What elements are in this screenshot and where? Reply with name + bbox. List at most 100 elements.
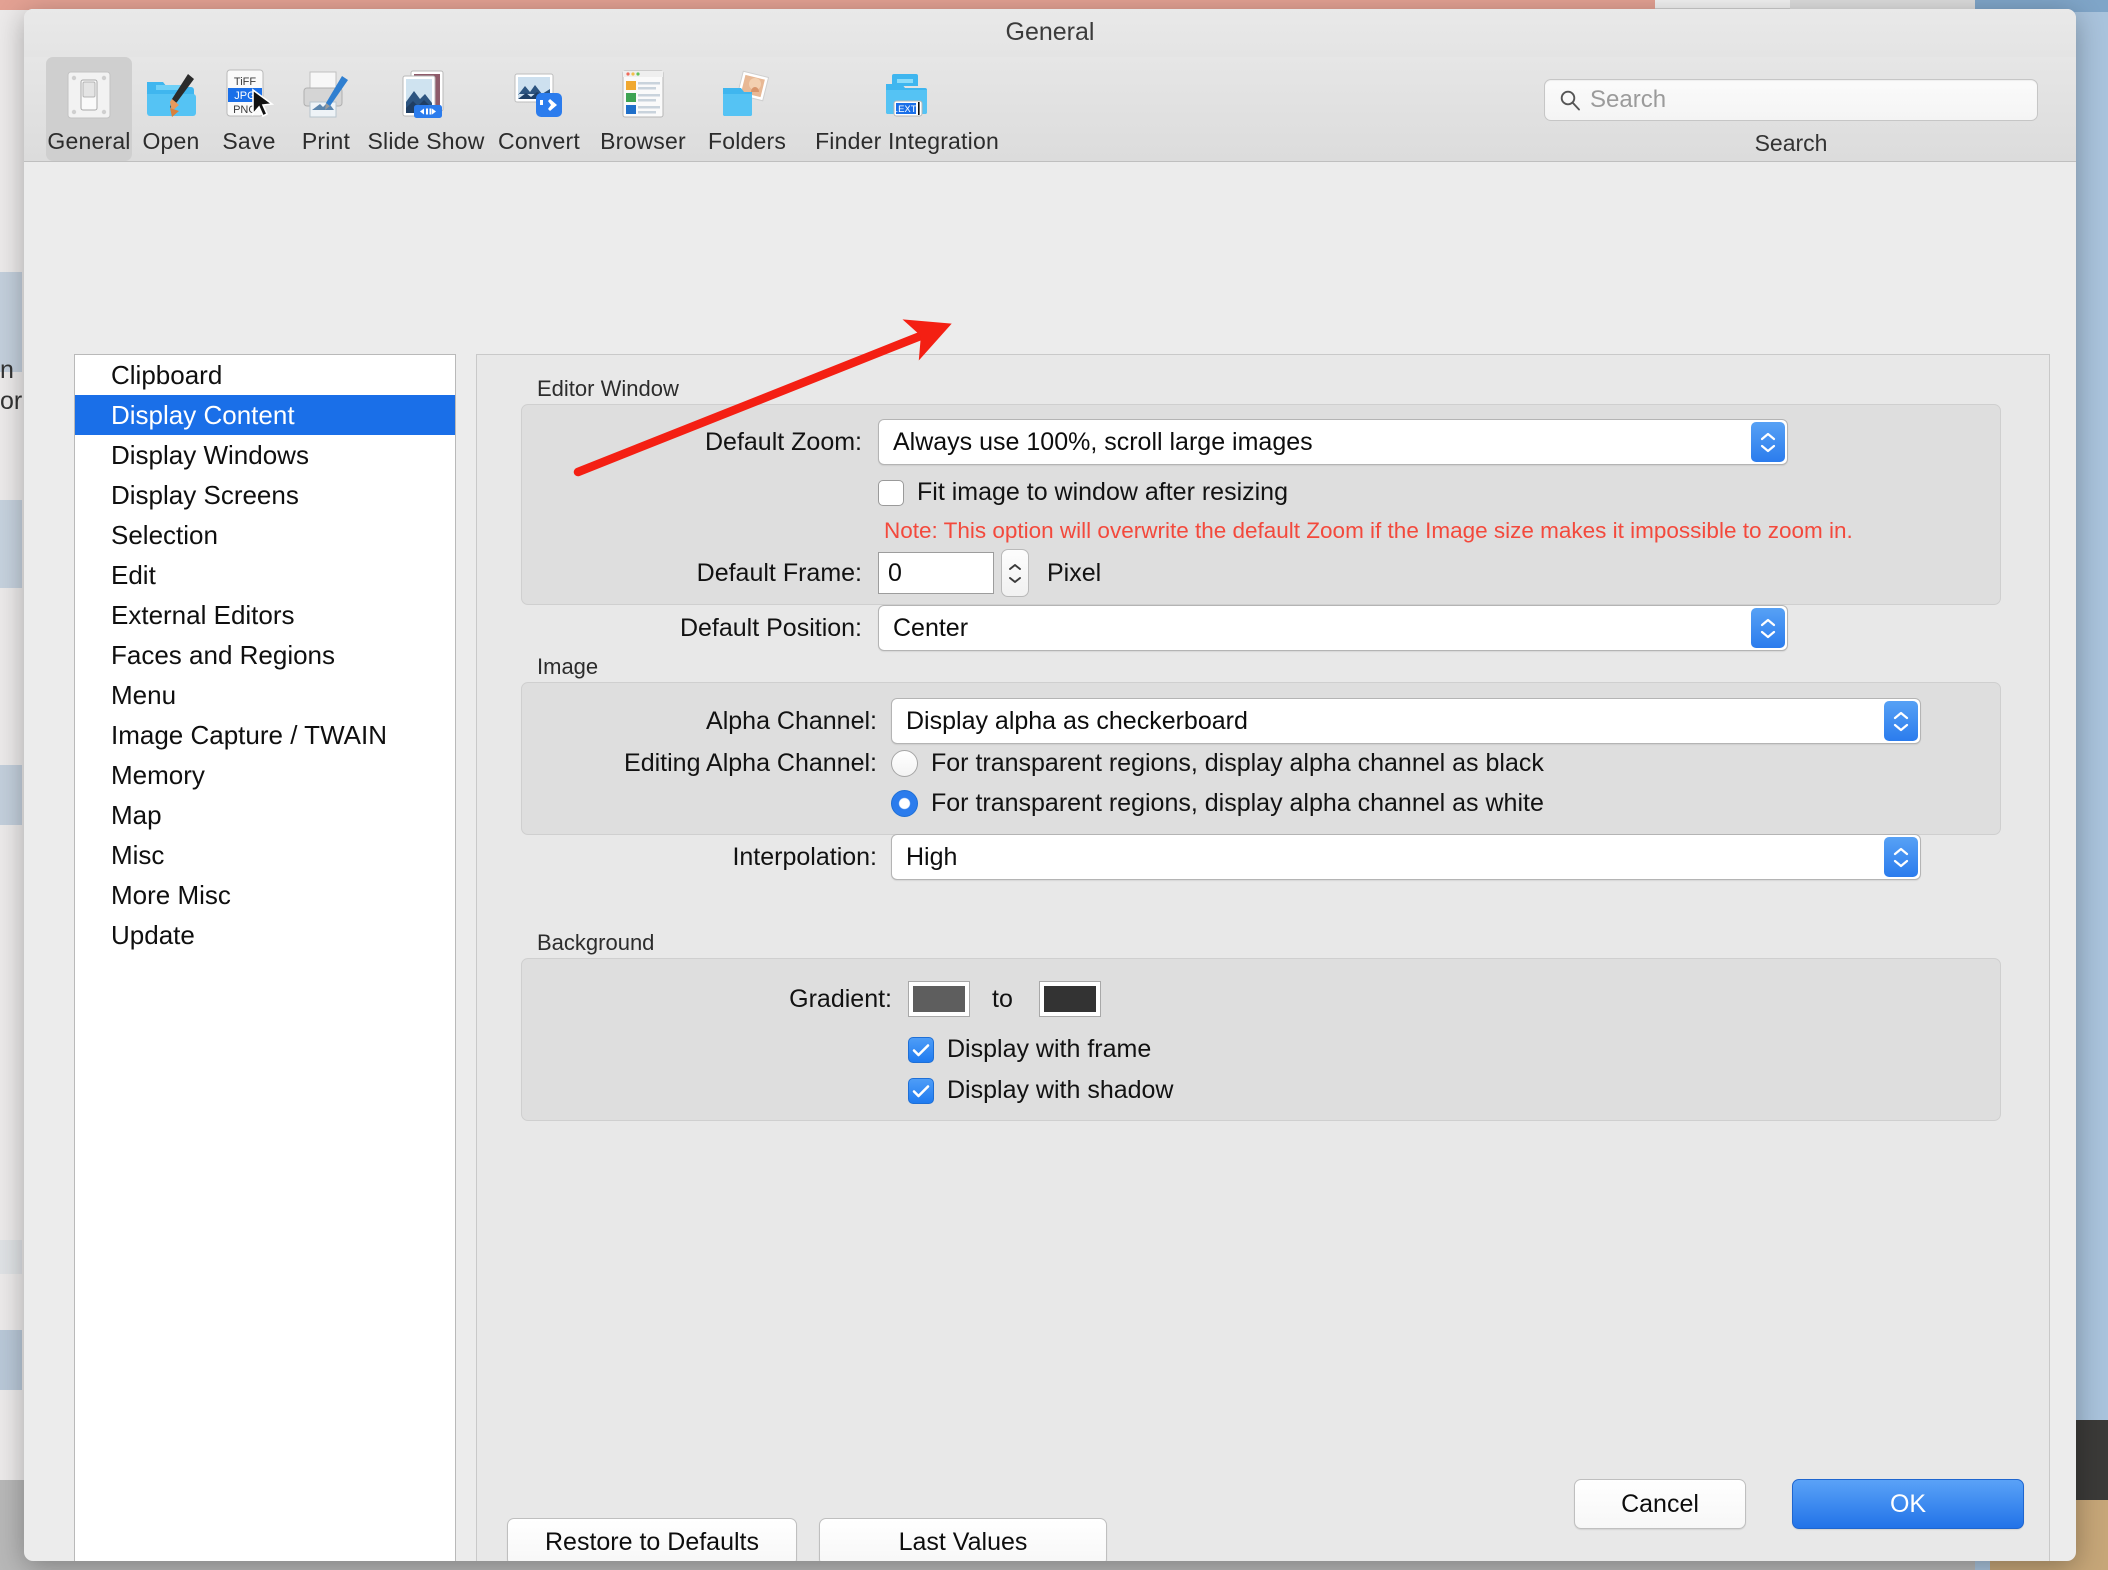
group-editor-window: Editor Window Default Zoom: Always use 1… [521, 376, 2001, 651]
row-editing-alpha-black: Editing Alpha Channel: For transparent r… [522, 749, 1544, 778]
row-alpha-channel: Alpha Channel: Display alpha as checkerb… [522, 698, 2000, 744]
gradient-label: Gradient: [789, 984, 892, 1013]
toolbar-item-slide-show-label: Slide Show [367, 128, 485, 154]
display-with-shadow-checkbox[interactable] [908, 1077, 934, 1104]
interpolation-label: Interpolation: [732, 842, 877, 871]
editing-alpha-radio-white[interactable] [891, 790, 918, 817]
alpha-channel-select[interactable]: Display alpha as checkerboard [891, 698, 1921, 744]
background-window-left-text-line1: n [0, 356, 14, 384]
toolbar-item-finder-integration-label: Finder Integration [815, 128, 999, 154]
default-position-select[interactable]: Center [878, 605, 1788, 651]
convert-icon [510, 66, 568, 122]
default-frame-label: Default Frame: [696, 558, 862, 587]
group-image-body: Alpha Channel: Display alpha as checkerb… [521, 682, 2001, 880]
background-window-left-row-e [0, 1330, 22, 1390]
gradient-to-label: to [992, 984, 1013, 1013]
sidebar-item-selection[interactable]: Selection [75, 515, 455, 555]
toolbar-item-convert-label: Convert [498, 128, 580, 154]
sidebar-item-label: Selection [111, 519, 218, 550]
alpha-channel-value: Display alpha as checkerboard [906, 706, 1248, 735]
editing-alpha-label-black: For transparent regions, display alpha c… [931, 749, 1544, 777]
default-frame-stepper[interactable] [1001, 549, 1029, 597]
chevron-updown-icon[interactable] [1884, 837, 1918, 877]
default-zoom-select[interactable]: Always use 100%, scroll large images [878, 419, 1788, 465]
chevron-updown-icon[interactable] [1751, 608, 1785, 648]
sidebar-item-map[interactable]: Map [75, 795, 455, 835]
group-image-title: Image [537, 654, 599, 679]
editing-alpha-label-white: For transparent regions, display alpha c… [931, 789, 1544, 817]
fit-image-label: Fit image to window after resizing [917, 478, 1288, 506]
sidebar-item-display-screens[interactable]: Display Screens [75, 475, 455, 515]
sidebar-item-update[interactable]: Update [75, 915, 455, 955]
toolbar-item-open[interactable]: Open [132, 57, 210, 161]
switch-icon [62, 66, 116, 122]
chevron-updown-icon[interactable] [1884, 701, 1918, 741]
gradient-to-swatch[interactable] [1038, 981, 1101, 1017]
dialog-titlebar[interactable]: General [24, 9, 2076, 57]
display-with-frame-checkbox[interactable] [908, 1036, 934, 1063]
zoom-note-text: Note: This option will overwrite the def… [884, 518, 1853, 543]
gradient-from-swatch[interactable] [908, 981, 970, 1017]
chevron-updown-icon[interactable] [1751, 422, 1785, 462]
interpolation-select[interactable]: High [891, 834, 1921, 880]
interpolation-value: High [906, 842, 958, 871]
cancel-button[interactable]: Cancel [1574, 1479, 1746, 1529]
search-box[interactable] [1544, 79, 2038, 121]
sidebar-item-image-capture-twain[interactable]: Image Capture / TWAIN [75, 715, 455, 755]
toolbar-item-finder-integration[interactable]: .EXT Finder Integration [798, 57, 1016, 161]
sidebar-item-menu[interactable]: Menu [75, 675, 455, 715]
toolbar-item-print[interactable]: Print [288, 57, 364, 161]
group-background: Background Gradient: to Display with fra… [521, 930, 2001, 1121]
sidebar-item-label: Edit [111, 559, 156, 590]
search-input[interactable] [1590, 86, 1990, 114]
toolbar-item-save[interactable]: TiFF JPG PNG Save [210, 57, 288, 161]
row-default-position: Default Position: Center [522, 605, 2000, 651]
sidebar-item-label: Clipboard [111, 359, 223, 390]
editing-alpha-label: Editing Alpha Channel: [624, 749, 877, 777]
background-window-left-row-c [0, 765, 22, 825]
editing-alpha-radio-black[interactable] [891, 750, 918, 777]
sidebar-item-display-windows[interactable]: Display Windows [75, 435, 455, 475]
sidebar-item-more-misc[interactable]: More Misc [75, 875, 455, 915]
toolbar-item-folders-label: Folders [707, 128, 787, 154]
toolbar-item-open-label: Open [142, 128, 200, 154]
sidebar-item-clipboard[interactable]: Clipboard [75, 355, 455, 395]
fit-image-checkbox[interactable] [878, 479, 904, 506]
background-window-left-text-line2: or [0, 387, 23, 415]
sidebar-item-misc[interactable]: Misc [75, 835, 455, 875]
settings-pane: Editor Window Default Zoom: Always use 1… [476, 354, 2050, 1561]
background-window-left-text: n or [0, 355, 26, 417]
sidebar-item-label: Display Windows [111, 439, 309, 470]
sidebar-item-label: External Editors [111, 599, 295, 630]
sidebar-item-label: More Misc [111, 879, 231, 910]
sidebar-item-memory[interactable]: Memory [75, 755, 455, 795]
toolbar-item-folders[interactable]: Folders [696, 57, 798, 161]
sidebar-item-faces-and-regions[interactable]: Faces and Regions [75, 635, 455, 675]
settings-sidebar[interactable]: Clipboard Display Content Display Window… [74, 354, 456, 1561]
toolbar-item-general[interactable]: General [46, 57, 132, 161]
row-display-with-shadow: Display with shadow [908, 1076, 1174, 1105]
window-title: General [1005, 18, 1095, 46]
group-editor-window-body: Default Zoom: Always use 100%, scroll la… [521, 404, 2001, 651]
default-zoom-value: Always use 100%, scroll large images [893, 427, 1313, 456]
sidebar-item-label: Image Capture / TWAIN [111, 719, 387, 750]
toolbar-item-slide-show[interactable]: Slide Show [364, 57, 488, 161]
sidebar-item-display-content[interactable]: Display Content [75, 395, 455, 435]
toolbar-item-general-label: General [47, 128, 131, 154]
sidebar-item-edit[interactable]: Edit [75, 555, 455, 595]
ok-button[interactable]: OK [1792, 1479, 2024, 1529]
preferences-dialog: General General Open TiFF JPG PNG Save P… [24, 9, 2076, 1561]
sidebar-item-external-editors[interactable]: External Editors [75, 595, 455, 635]
group-background-body: Gradient: to Display with frame Display … [521, 958, 2001, 1121]
toolbar-item-convert[interactable]: Convert [488, 57, 590, 161]
default-frame-input[interactable] [878, 552, 994, 594]
background-window-left-row-d [0, 1240, 22, 1274]
svg-text:.EXT: .EXT [895, 104, 916, 115]
display-with-frame-label: Display with frame [947, 1035, 1152, 1063]
printer-icon [298, 66, 354, 122]
background-window-left-row-b [0, 500, 22, 588]
group-background-title: Background [537, 930, 655, 955]
toolbar-item-browser[interactable]: Browser [590, 57, 696, 161]
default-position-label: Default Position: [679, 613, 862, 642]
row-editing-alpha-white: For transparent regions, display alpha c… [891, 789, 1544, 818]
